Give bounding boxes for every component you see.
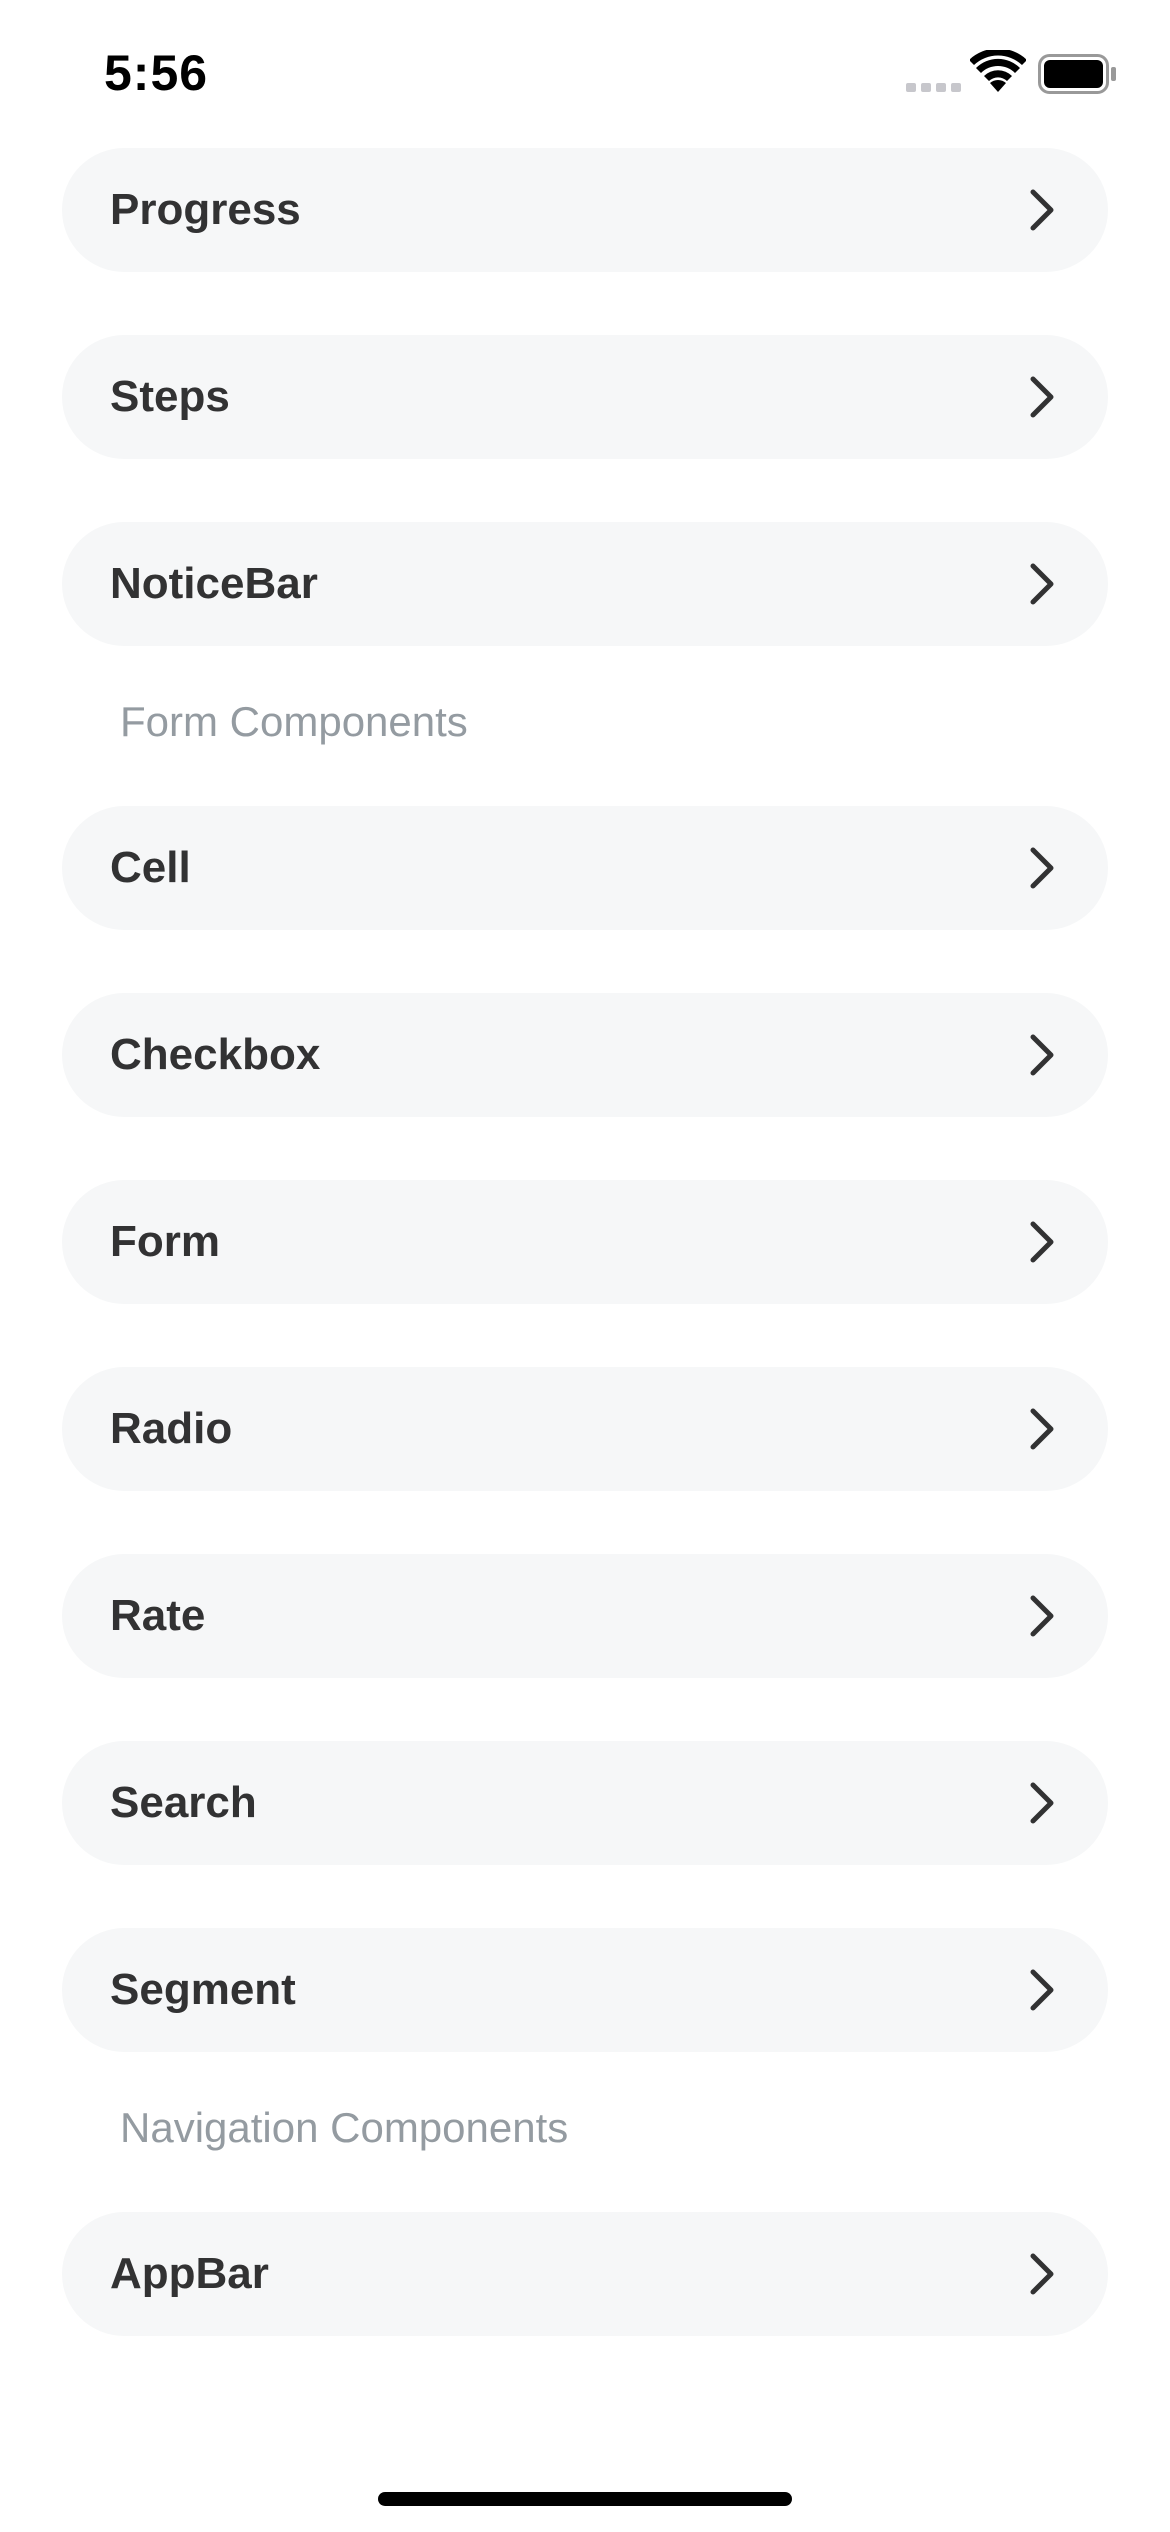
chevron-right-icon xyxy=(1030,2253,1054,2295)
section-title-form-components: Form Components xyxy=(120,698,468,745)
list-item-label: Search xyxy=(110,1778,257,1827)
status-time: 5:56 xyxy=(104,45,209,101)
chevron-right-icon xyxy=(1030,1595,1054,1637)
list-item-label: Segment xyxy=(110,1965,296,2014)
list-item-cell[interactable]: Cell xyxy=(62,806,1108,930)
list-item-rate[interactable]: Rate xyxy=(62,1554,1108,1678)
list-item-appbar[interactable]: AppBar xyxy=(62,2212,1108,2336)
section-title-navigation-components: Navigation Components xyxy=(120,2104,569,2151)
list-item-label: Checkbox xyxy=(110,1030,321,1079)
battery-icon xyxy=(1038,54,1116,94)
chevron-right-icon xyxy=(1030,1221,1054,1263)
list-item-form[interactable]: Form xyxy=(62,1180,1108,1304)
list-item-label: Rate xyxy=(110,1591,206,1640)
chevron-right-icon xyxy=(1030,1969,1054,2011)
chevron-right-icon xyxy=(1030,563,1054,605)
status-bar: 5:56 xyxy=(0,0,1170,140)
chevron-right-icon xyxy=(1030,1408,1054,1450)
list-item-segment[interactable]: Segment xyxy=(62,1928,1108,2052)
list-item-noticebar[interactable]: NoticeBar xyxy=(62,522,1108,646)
list-item-label: AppBar xyxy=(110,2249,269,2298)
list-item-checkbox[interactable]: Checkbox xyxy=(62,993,1108,1117)
list-item-label: Cell xyxy=(110,843,191,892)
list-item-steps[interactable]: Steps xyxy=(62,335,1108,459)
list-item-label: Radio xyxy=(110,1404,233,1453)
home-indicator[interactable] xyxy=(378,2492,792,2506)
chevron-right-icon xyxy=(1030,847,1054,889)
component-list: Progress Steps NoticeBar Form Components… xyxy=(62,148,1108,2399)
list-item-radio[interactable]: Radio xyxy=(62,1367,1108,1491)
wifi-icon xyxy=(970,50,1026,92)
list-item-label: Steps xyxy=(110,372,230,421)
list-item-progress[interactable]: Progress xyxy=(62,148,1108,272)
chevron-right-icon xyxy=(1030,189,1054,231)
list-item-label: Progress xyxy=(110,185,301,234)
list-item-label: NoticeBar xyxy=(110,559,318,608)
list-item-search[interactable]: Search xyxy=(62,1741,1108,1865)
chevron-right-icon xyxy=(1030,1034,1054,1076)
chevron-right-icon xyxy=(1030,1782,1054,1824)
list-item-label: Form xyxy=(110,1217,220,1266)
chevron-right-icon xyxy=(1030,376,1054,418)
cellular-signal-icon xyxy=(906,83,961,92)
